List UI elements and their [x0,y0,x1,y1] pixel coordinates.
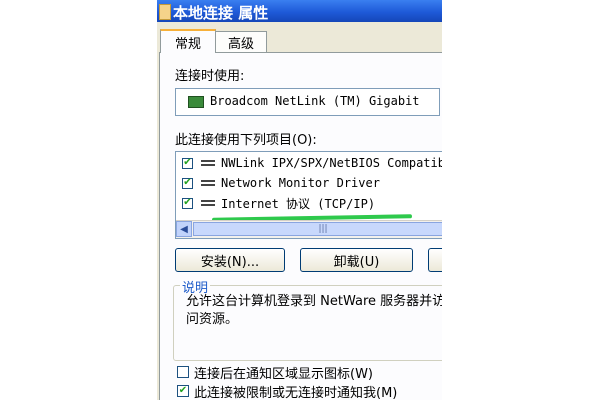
items-label: 此连接使用下列项目(O): [175,133,317,148]
description-text: 允许这台计算机登录到 NetWare 服务器并访问资源。 [186,294,442,327]
network-connection-icon [159,4,171,20]
components-list[interactable]: ✔ NWLink IPX/SPX/NetBIOS Compatib ✔ Netw… [175,151,442,239]
tab-general[interactable]: 常规 [160,29,216,53]
protocol-icon [201,160,215,166]
adapter-field: Broadcom NetLink (TM) Gigabit [175,88,440,116]
protocol-icon [201,180,215,186]
properties-button[interactable] [428,248,442,272]
title-bar[interactable]: 本地连接 属性 [157,0,442,22]
properties-dialog: 本地连接 属性 常规 高级 连接时使用: Broadcom NetLink (T… [157,0,442,400]
tab-advanced[interactable]: 高级 [215,31,267,53]
protocol-icon [201,200,215,206]
scroll-thumb[interactable]: ||| [193,222,442,236]
checkbox-show-icon[interactable] [177,366,189,378]
option-label: 此连接被限制或无连接时通知我(M) [194,385,398,400]
checkbox-network-monitor[interactable]: ✔ [182,177,193,189]
install-button[interactable]: 安装(N)... [175,248,285,272]
checkbox-notify[interactable]: ✔ [177,385,189,397]
checkbox-nwlink[interactable]: ✔ [182,157,193,169]
option-label: 连接后在通知区域显示图标(W) [194,366,373,382]
list-item-network-monitor[interactable]: ✔ Network Monitor Driver [182,174,380,192]
option-notify[interactable]: ✔ 此连接被限制或无连接时通知我(M) [177,383,398,400]
network-adapter-icon [188,96,204,108]
option-show-icon[interactable]: 连接后在通知区域显示图标(W) [177,364,373,382]
checkbox-tcpip[interactable]: ✔ [182,197,193,209]
list-item-nwlink[interactable]: ✔ NWLink IPX/SPX/NetBIOS Compatib [182,154,442,172]
tab-panel-general: 连接时使用: Broadcom NetLink (TM) Gigabit 此连接… [159,52,442,400]
uninstall-button[interactable]: 卸载(U) [300,248,413,272]
window-title: 本地连接 属性 [173,4,269,22]
scroll-left-icon[interactable]: ◀ [176,221,192,237]
list-item-label: NWLink IPX/SPX/NetBIOS Compatib [221,156,442,170]
list-item-tcpip[interactable]: ✔ Internet 协议 (TCP/IP) [182,194,375,212]
connect-using-label: 连接时使用: [175,69,245,84]
list-item-label: Internet 协议 (TCP/IP) [221,196,376,211]
horizontal-scrollbar[interactable]: ◀ ||| [176,220,442,238]
list-item-label: Network Monitor Driver [221,176,380,190]
adapter-name: Broadcom NetLink (TM) Gigabit [210,94,420,108]
